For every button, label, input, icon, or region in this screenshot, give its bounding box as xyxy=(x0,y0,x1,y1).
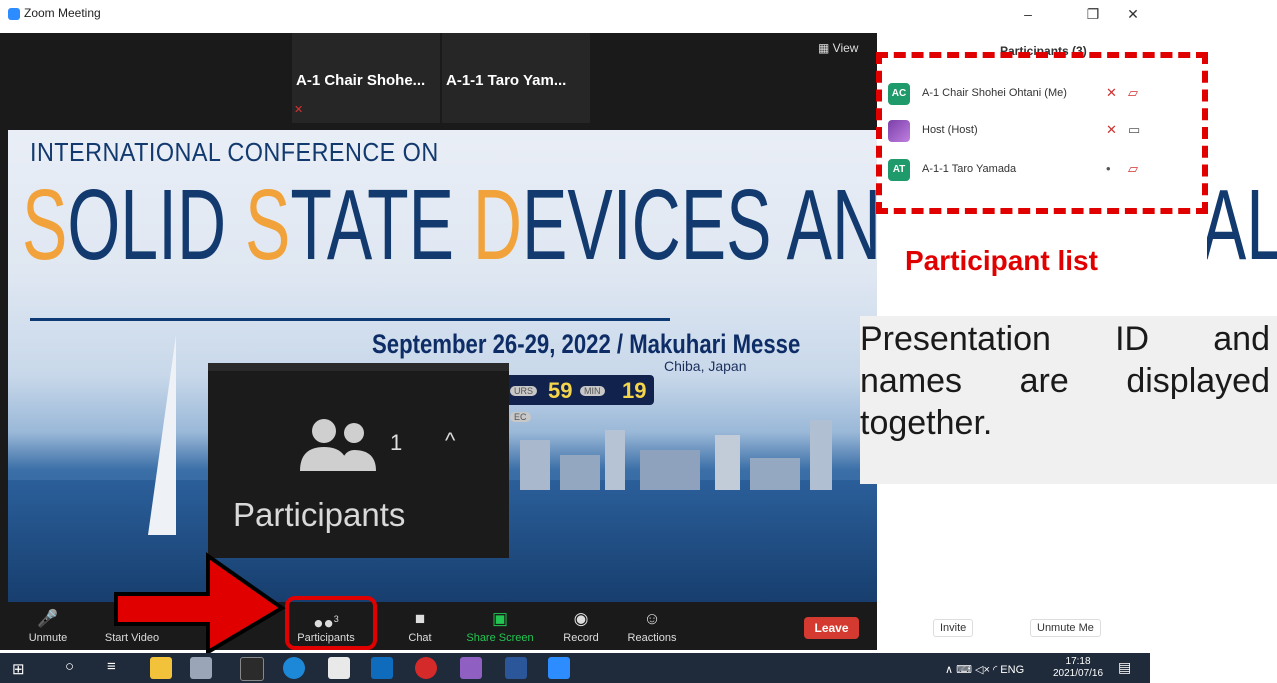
timer-hours-label: URS xyxy=(510,386,538,396)
smiley-icon: ☺ xyxy=(643,609,661,628)
close-button[interactable]: ✕ xyxy=(1123,6,1143,23)
slide-title-initial: D xyxy=(472,169,523,281)
search-icon[interactable]: ○ xyxy=(65,658,74,675)
system-tray[interactable]: ∧ ⌨ ◁× ◜ ENG xyxy=(945,663,1024,676)
slide-title-text: OLID xyxy=(67,169,245,281)
slide-location: Chiba, Japan xyxy=(664,358,747,374)
slide-title-text: TATE xyxy=(290,169,473,281)
minimize-button[interactable]: – xyxy=(1018,6,1038,22)
outlook-icon[interactable] xyxy=(371,657,393,679)
slide-skyline xyxy=(520,420,832,490)
slide-sailboat xyxy=(148,335,176,535)
timer-minutes: 59 xyxy=(548,378,573,403)
participants-label: Participants xyxy=(233,496,406,533)
app-icon[interactable] xyxy=(190,657,212,679)
muted-mic-icon: 🎤 xyxy=(37,609,59,628)
muted-mic-icon: ✕ xyxy=(294,104,304,116)
chat-button[interactable]: ■ Chat xyxy=(380,608,460,644)
caption-text: Presentation ID and names are displayed … xyxy=(860,320,1270,442)
record-icon: ◉ xyxy=(573,609,589,628)
reactions-button[interactable]: ☺ Reactions xyxy=(612,608,692,644)
word-icon[interactable] xyxy=(505,657,527,679)
app-icon[interactable] xyxy=(460,657,482,679)
participants-icon xyxy=(300,419,376,471)
caret-up-icon: ^ xyxy=(445,428,456,453)
video-tile-name: A-1-1 Taro Yam... xyxy=(446,72,567,89)
view-button[interactable]: ▦ View xyxy=(818,41,858,55)
participants-highlight-box xyxy=(285,596,377,650)
slide-title-initial: S xyxy=(244,169,291,281)
timer-seconds: 19 xyxy=(622,378,647,403)
grid-icon: ▦ xyxy=(818,41,833,55)
slide-date: September 26-29, 2022 / Makuhari Messe xyxy=(372,329,801,359)
slide-title-initial: S xyxy=(22,169,68,281)
windows-start-icon[interactable]: ⊞ xyxy=(12,660,25,678)
red-arrow-icon xyxy=(114,552,286,653)
app-icon[interactable] xyxy=(328,657,350,679)
unmute-me-button[interactable]: Unmute Me xyxy=(1030,619,1101,637)
window-title: Zoom Meeting xyxy=(24,6,101,20)
participant-list-highlight xyxy=(876,52,1208,214)
task-view-icon[interactable]: ≡ xyxy=(107,658,116,675)
edge-icon[interactable] xyxy=(283,657,305,679)
invite-button[interactable]: Invite xyxy=(933,619,974,637)
share-screen-button[interactable]: ▣ Share Screen xyxy=(460,608,540,644)
slide-heading: INTERNATIONAL CONFERENCE ON xyxy=(30,137,439,167)
video-tile-name: A-1 Chair Shohe... xyxy=(296,72,426,89)
chat-icon: ■ xyxy=(414,609,426,628)
participants-count: 1 xyxy=(390,430,403,455)
terminal-icon[interactable] xyxy=(240,657,264,681)
record-button[interactable]: ◉ Record xyxy=(541,608,621,644)
restore-button[interactable]: ❐ xyxy=(1083,6,1103,23)
timer-sec-label: EC xyxy=(510,412,531,422)
slide-divider xyxy=(30,318,670,321)
timer-min-label: MIN xyxy=(580,386,605,396)
share-screen-icon: ▣ xyxy=(491,609,509,628)
file-explorer-icon[interactable] xyxy=(150,657,172,679)
unmute-button[interactable]: 🎤 Unmute xyxy=(8,608,88,644)
zoom-taskbar-icon[interactable] xyxy=(548,657,570,679)
zoom-app-icon xyxy=(8,8,20,20)
leave-button[interactable]: Leave xyxy=(804,617,859,639)
clock[interactable]: 17:18 2021/07/16 xyxy=(1053,656,1103,680)
notifications-icon[interactable]: ▤ xyxy=(1118,659,1131,676)
app-icon[interactable] xyxy=(415,657,437,679)
participant-list-label: Participant list xyxy=(905,245,1098,276)
